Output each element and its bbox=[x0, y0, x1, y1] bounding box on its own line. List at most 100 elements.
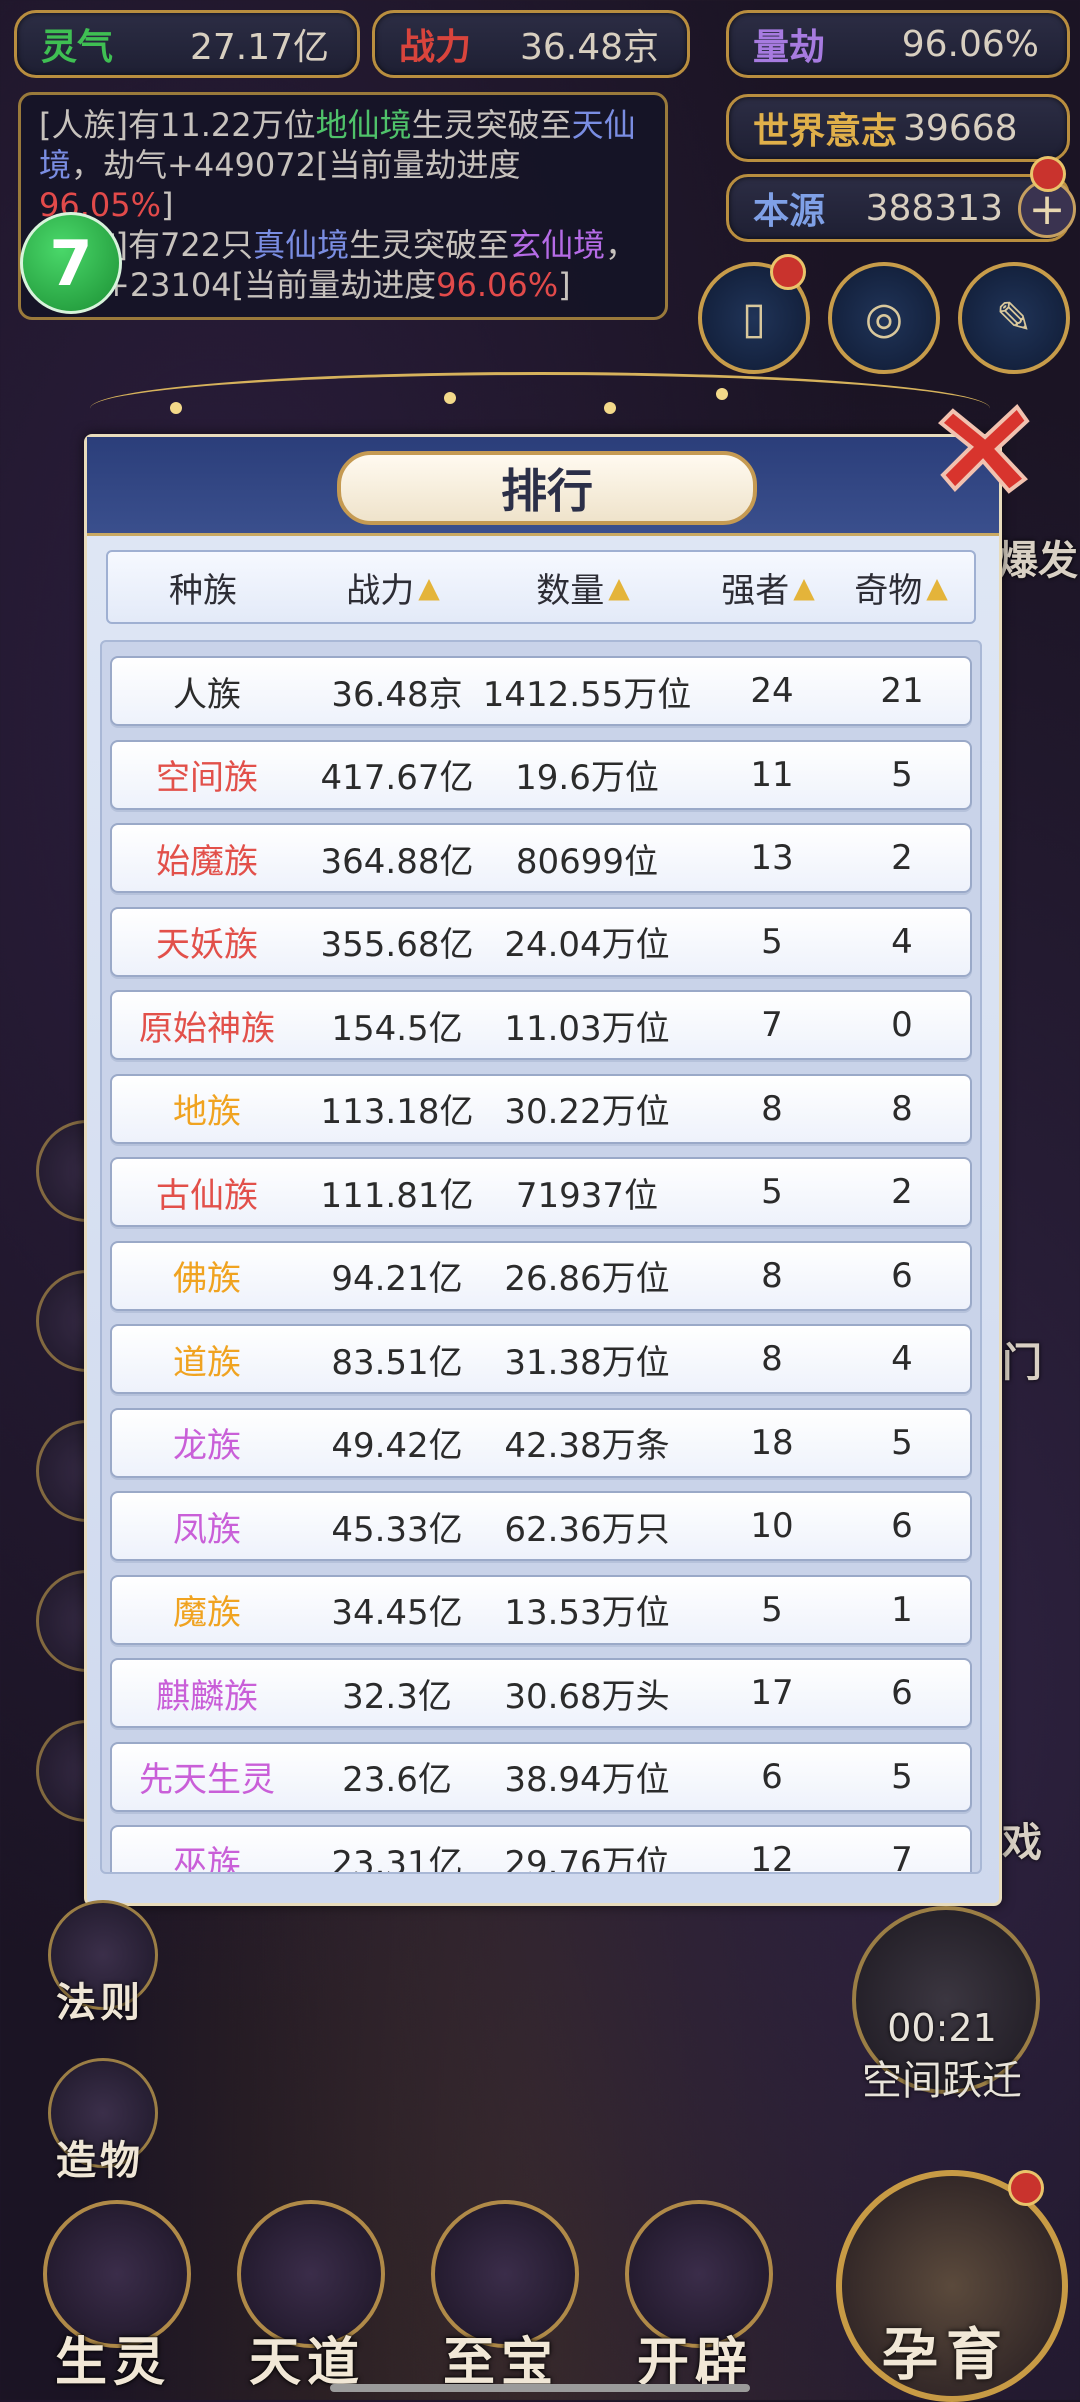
ranking-row[interactable]: 巫族 23.31亿 29.76万位 12 7 bbox=[110, 1825, 972, 1874]
race-count: 80699位 bbox=[515, 841, 659, 882]
level-badge[interactable]: 7 bbox=[20, 212, 122, 314]
world-will-value: 39668 bbox=[903, 107, 1018, 149]
race-items: 4 bbox=[891, 1339, 913, 1379]
ranking-row[interactable]: 原始神族 154.5亿 11.03万位 7 0 bbox=[110, 990, 972, 1060]
race-name: 天妖族 bbox=[156, 925, 258, 965]
sort-arrow-icon: ▲ bbox=[418, 570, 440, 604]
race-count: 71937位 bbox=[515, 1175, 659, 1216]
race-strong: 17 bbox=[750, 1673, 794, 1713]
ranking-row[interactable]: 凤族 45.33亿 62.36万只 10 6 bbox=[110, 1491, 972, 1561]
sort-arrow-icon: ▲ bbox=[926, 570, 948, 604]
log-text: ] bbox=[558, 266, 571, 304]
log-text: ] bbox=[161, 186, 174, 224]
benyuan-value: 388313 bbox=[865, 187, 1003, 229]
race-power: 23.31亿 bbox=[331, 1843, 463, 1874]
ranking-row[interactable]: 麒麟族 32.3亿 30.68万头 17 6 bbox=[110, 1658, 972, 1728]
race-strong: 11 bbox=[750, 754, 794, 795]
space-jump-timer: 00:21 bbox=[887, 2006, 997, 2050]
log-text: 生灵突破至 bbox=[411, 106, 572, 144]
scroll-button[interactable]: ✎ bbox=[958, 262, 1070, 374]
ranking-row[interactable]: 始魔族 364.88亿 80699位 13 2 bbox=[110, 823, 972, 893]
ranking-row[interactable]: 道族 83.51亿 31.38万位 8 4 bbox=[110, 1324, 972, 1394]
race-count: 42.38万条 bbox=[504, 1426, 670, 1466]
ranking-row[interactable]: 先天生灵 23.6亿 38.94万位 6 5 bbox=[110, 1741, 972, 1812]
ranking-row[interactable]: 地族 113.18亿 30.22万位 8 8 bbox=[110, 1073, 972, 1144]
ranking-row[interactable]: 空间族 417.67亿 19.6万位 11 5 bbox=[110, 739, 972, 810]
race-power: 32.3亿 bbox=[342, 1676, 452, 1717]
ornament-dot bbox=[170, 402, 182, 414]
log-text: ，劫气+449072[当前量劫进度 bbox=[71, 146, 521, 184]
ornament-dot bbox=[444, 392, 456, 404]
race-power: 355.68亿 bbox=[320, 925, 474, 965]
side-label-play[interactable]: 戏 bbox=[1002, 1810, 1042, 1868]
race-items: 0 bbox=[891, 1005, 913, 1045]
ranking-row[interactable]: 人族 36.48京 1412.55万位 24 21 bbox=[110, 656, 972, 726]
race-power: 111.81亿 bbox=[320, 1175, 474, 1216]
zhanli-label: 战力 bbox=[399, 27, 472, 68]
sort-arrow-icon: ▲ bbox=[793, 570, 815, 604]
side-label-burst[interactable]: 爆发 bbox=[998, 528, 1078, 586]
world-will-label: 世界意志 bbox=[753, 111, 898, 152]
race-items: 2 bbox=[891, 838, 913, 878]
race-power: 113.18亿 bbox=[320, 1092, 474, 1132]
lingqi-value: 27.17亿 bbox=[189, 27, 329, 68]
race-power: 94.21亿 bbox=[331, 1259, 463, 1299]
ranking-list[interactable]: 人族 36.48京 1412.55万位 24 21 空间族 417.67亿 19.6万位 11 5… bbox=[100, 640, 982, 1874]
ranking-row[interactable]: 魔族 34.45亿 13.53万位 5 1 bbox=[110, 1574, 972, 1645]
rules-button[interactable]: 法则 bbox=[38, 1900, 162, 2040]
ranking-row[interactable]: 天妖族 355.68亿 24.04万位 5 4 bbox=[110, 906, 972, 977]
race-items: 5 bbox=[891, 1422, 913, 1463]
vortex-button[interactable]: ◎ bbox=[828, 262, 940, 374]
race-strong: 13 bbox=[750, 838, 794, 878]
race-power: 417.67亿 bbox=[320, 758, 474, 798]
nav-heaven[interactable]: 天道 bbox=[222, 2200, 392, 2393]
ranking-row[interactable]: 古仙族 111.81亿 71937位 5 2 bbox=[110, 1157, 972, 1227]
race-items: 6 bbox=[891, 1506, 913, 1546]
race-name: 人族 bbox=[173, 674, 241, 715]
race-name: 魔族 bbox=[173, 1593, 241, 1633]
nurture-label: 孕育 bbox=[882, 2323, 1010, 2388]
header-race-label: 种族 bbox=[169, 570, 237, 611]
nav-creation[interactable]: 开辟 bbox=[610, 2200, 780, 2393]
sort-by-count[interactable]: 数量 ▲ bbox=[488, 552, 678, 622]
header-count-label: 数量 bbox=[536, 570, 605, 611]
race-strong: 18 bbox=[750, 1422, 794, 1463]
card-icon: ▯ bbox=[741, 292, 767, 344]
race-items: 5 bbox=[891, 754, 913, 795]
space-jump-label: 空间跃迁 bbox=[862, 2058, 1022, 2104]
race-name: 地族 bbox=[173, 1092, 241, 1132]
sort-by-items[interactable]: 奇物 ▲ bbox=[838, 552, 964, 622]
ranking-row[interactable]: 龙族 49.42亿 42.38万条 18 5 bbox=[110, 1407, 972, 1478]
world-will-stat: 世界意志 39668 bbox=[726, 94, 1070, 162]
race-name: 原始神族 bbox=[139, 1008, 275, 1049]
race-count: 38.94万位 bbox=[504, 1760, 670, 1800]
race-count: 29.76万位 bbox=[504, 1843, 670, 1874]
zhanli-stat: 战力 36.48京 bbox=[372, 10, 690, 78]
space-jump-button[interactable]: 00:21 空间跃迁 bbox=[832, 1906, 1052, 2104]
race-items: 8 bbox=[891, 1088, 913, 1129]
benyuan-label: 本源 bbox=[753, 191, 826, 232]
race-name: 佛族 bbox=[173, 1259, 241, 1299]
race-name: 先天生灵 bbox=[139, 1760, 275, 1800]
race-name: 凤族 bbox=[173, 1509, 241, 1550]
race-items: 5 bbox=[891, 1756, 913, 1797]
creation-button[interactable]: 造物 bbox=[38, 2058, 162, 2198]
close-button[interactable] bbox=[930, 392, 1040, 502]
nav-creatures[interactable]: 生灵 bbox=[28, 2200, 198, 2393]
nav-creatures-label: 生灵 bbox=[54, 2333, 171, 2393]
ornament-dot bbox=[716, 388, 728, 400]
ranking-row[interactable]: 佛族 94.21亿 26.86万位 8 6 bbox=[110, 1240, 972, 1311]
race-count: 1412.55万位 bbox=[482, 674, 692, 715]
nav-treasure[interactable]: 至宝 bbox=[416, 2200, 586, 2393]
rules-label: 法则 bbox=[56, 1980, 144, 2026]
sort-by-strong[interactable]: 强者 ▲ bbox=[708, 552, 828, 622]
log-text: 生灵突破至 bbox=[349, 226, 510, 264]
sort-by-power[interactable]: 战力 ▲ bbox=[298, 552, 488, 622]
sort-arrow-icon: ▲ bbox=[608, 570, 630, 604]
race-items: 6 bbox=[891, 1255, 913, 1296]
benyuan-notification-dot bbox=[1030, 156, 1066, 192]
home-indicator[interactable] bbox=[330, 2384, 750, 2392]
zhanli-value: 36.48京 bbox=[519, 27, 659, 68]
side-label-gate[interactable]: 门 bbox=[1002, 1330, 1042, 1388]
log-progress: 96.06% bbox=[436, 266, 559, 304]
